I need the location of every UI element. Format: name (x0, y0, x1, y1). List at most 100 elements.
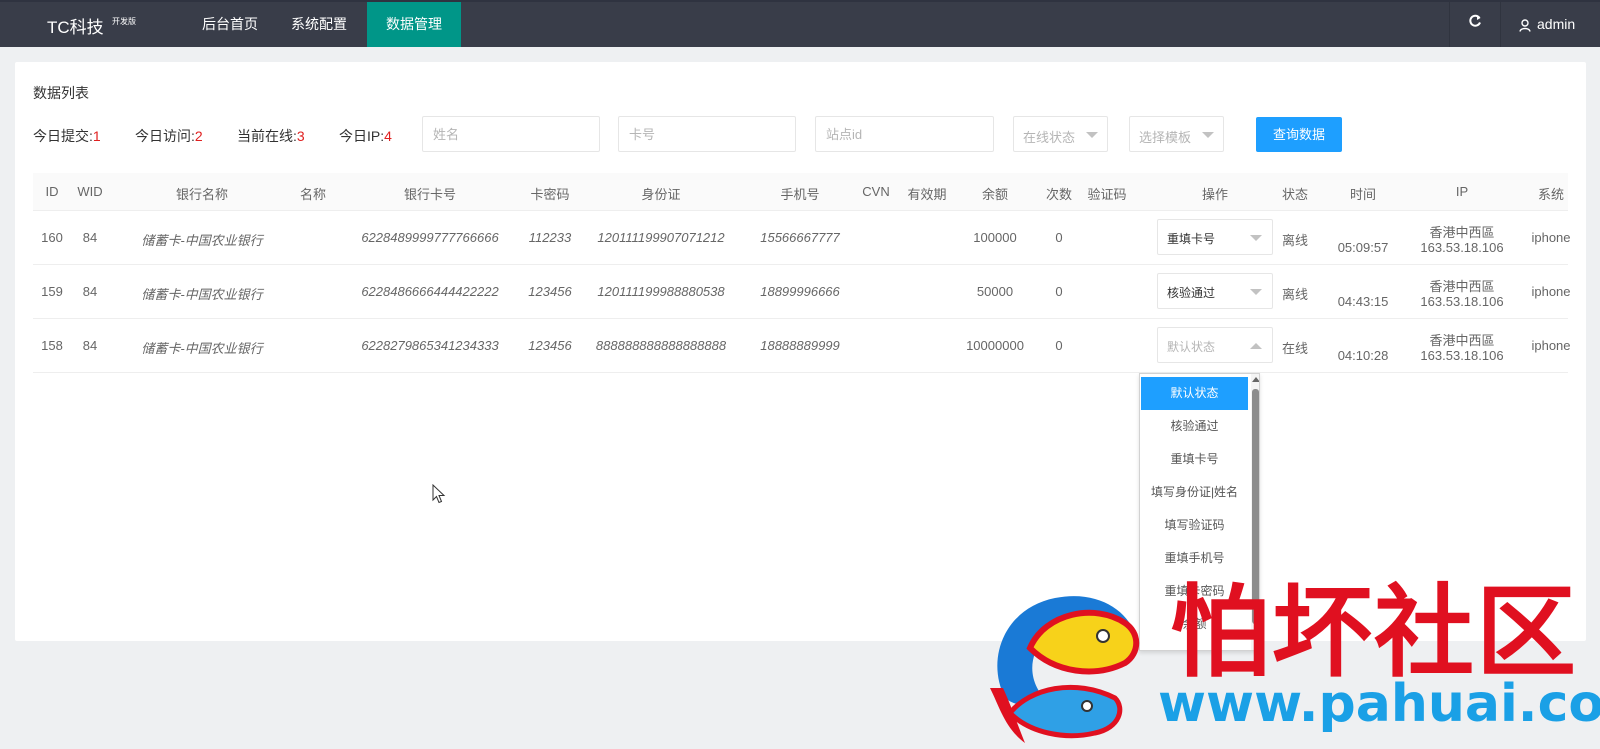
template-select[interactable]: 选择模板 (1129, 116, 1224, 152)
th-code: 验证码 (1087, 187, 1127, 202)
card-input[interactable] (619, 117, 795, 151)
cell-time: 04:43:15 (1337, 294, 1389, 309)
stat-today-visits: 今日访问:2 (135, 128, 203, 144)
table-header: ID WID 银行名称 名称 银行卡号 卡密码 身份证 手机号 CVN 有效期 … (33, 173, 1568, 211)
top-navbar: TC科技 开发版 后台首页 系统配置 数据管理 admin (0, 0, 1600, 47)
th-card: 银行卡号 (403, 187, 457, 202)
chevron-down-icon (1202, 132, 1214, 138)
cell-status: 在线 (1281, 341, 1309, 356)
th-status: 状态 (1281, 187, 1309, 202)
watermark-url: www.pahuai.com (1158, 674, 1600, 734)
table-row: 159 84 储蓄卡-中国农业银行 6228486666444422222 12… (33, 265, 1571, 319)
chevron-down-icon (1086, 132, 1098, 138)
th-bank: 银行名称 (175, 187, 229, 202)
operation-select[interactable]: 核验通过 (1157, 273, 1273, 309)
chevron-up-icon (1250, 343, 1262, 349)
cell-ip: 163.53.18.106 (1420, 240, 1504, 255)
cell-balance: 50000 (976, 284, 1014, 299)
cell-system: iphone (1531, 230, 1571, 245)
name-field[interactable] (422, 116, 600, 152)
panel-title: 数据列表 (33, 85, 89, 101)
user-name[interactable]: admin (1537, 16, 1575, 32)
cell-wid: 84 (82, 338, 98, 353)
brand-logo[interactable]: TC科技 (47, 13, 104, 38)
template-placeholder: 选择模板 (1139, 130, 1192, 145)
dropdown-option[interactable]: 重填卡号 (1140, 443, 1249, 476)
th-card-pwd: 卡密码 (530, 187, 570, 202)
operation-value: 默认状态 (1167, 340, 1216, 354)
cell-id: 158 (41, 338, 63, 353)
cell-balance: 100000 (973, 230, 1017, 245)
operation-value: 核验通过 (1167, 286, 1216, 300)
nav-divider (1500, 2, 1501, 47)
dropdown-option[interactable]: 默认状态 (1141, 377, 1248, 410)
dropdown-option[interactable]: 重填手机号 (1140, 542, 1249, 575)
site-id-input[interactable] (816, 117, 993, 151)
online-status-select[interactable]: 在线状态 (1013, 116, 1108, 152)
cell-card-pwd: 112233 (528, 230, 572, 245)
card-field[interactable] (618, 116, 796, 152)
th-id: ID (45, 184, 59, 199)
cell-system: iphone (1531, 284, 1571, 299)
operation-select[interactable]: 重填卡号 (1157, 219, 1273, 255)
name-input[interactable] (423, 117, 599, 151)
table-row: 160 84 储蓄卡-中国农业银行 6228489999777766666 11… (33, 211, 1571, 265)
cell-card-pwd: 123456 (528, 284, 572, 299)
cell-count: 0 (1055, 230, 1063, 245)
th-phone: 手机号 (780, 187, 820, 202)
cell-card: 6228279865341234333 (361, 338, 499, 353)
cell-phone: 15566667777 (760, 230, 840, 245)
cell-ip: 163.53.18.106 (1420, 294, 1504, 309)
th-ip: IP (1455, 184, 1469, 199)
cell-bank: 储蓄卡-中国农业银行 (141, 287, 263, 302)
cell-status: 离线 (1281, 287, 1309, 302)
cell-count: 0 (1055, 284, 1063, 299)
cell-bank: 储蓄卡-中国农业银行 (141, 233, 263, 248)
watermark-title: 怕坏社区 (1170, 574, 1578, 691)
dropdown-option[interactable]: 填写身份证|姓名 (1140, 476, 1249, 509)
fish-logo-icon (990, 596, 1140, 743)
brand-edition-tag: 开发版 (112, 17, 136, 26)
mouse-pointer-icon (432, 484, 446, 504)
cell-phone: 18888889999 (760, 338, 840, 353)
chevron-down-icon (1250, 235, 1262, 241)
watermark: 怕坏社区 www.pahuai.com (975, 574, 1600, 749)
nav-item-system-config[interactable]: 系统配置 (272, 2, 366, 47)
nav-item-data-management[interactable]: 数据管理 (367, 2, 461, 47)
scroll-up-icon[interactable] (1252, 377, 1259, 382)
cell-card: 6228489999777766666 (361, 230, 499, 245)
th-time: 时间 (1349, 187, 1377, 202)
cell-system: iphone (1531, 338, 1571, 353)
refresh-icon[interactable] (1468, 14, 1482, 28)
cell-ip-location: 香港中西區 (1429, 333, 1495, 348)
cell-phone: 18899996666 (760, 284, 840, 299)
cell-ip-location: 香港中西區 (1429, 279, 1495, 294)
online-status-placeholder: 在线状态 (1023, 130, 1076, 145)
cell-count: 0 (1055, 338, 1063, 353)
query-button[interactable]: 查询数据 (1256, 117, 1342, 152)
th-count: 次数 (1045, 187, 1073, 202)
site-id-field[interactable] (815, 116, 994, 152)
nav-item-home[interactable]: 后台首页 (183, 2, 277, 47)
th-expiry: 有效期 (907, 187, 947, 202)
user-icon (1519, 19, 1531, 32)
dropdown-option[interactable]: 填写验证码 (1140, 509, 1249, 542)
cell-bank: 储蓄卡-中国农业银行 (141, 341, 263, 356)
cell-card-pwd: 123456 (528, 338, 572, 353)
cell-time: 04:10:28 (1337, 348, 1389, 363)
th-idcard: 身份证 (641, 187, 681, 202)
cell-id: 159 (41, 284, 63, 299)
cell-wid: 84 (82, 284, 98, 299)
cell-idcard: 120111199988880538 (597, 284, 725, 299)
operation-select-open[interactable]: 默认状态 (1157, 327, 1273, 363)
cell-balance: 10000000 (966, 338, 1024, 353)
dropdown-option[interactable]: 核验通过 (1140, 410, 1249, 443)
cell-idcard: 120111199907071212 (597, 230, 725, 245)
cell-ip: 163.53.18.106 (1420, 348, 1504, 363)
cell-wid: 84 (82, 230, 98, 245)
stat-today-submit: 今日提交:1 (33, 128, 101, 144)
cell-time: 05:09:57 (1337, 240, 1389, 255)
stat-today-ip: 今日IP:4 (339, 128, 392, 144)
cell-ip-location: 香港中西區 (1429, 225, 1495, 240)
stat-current-online: 当前在线:3 (237, 128, 305, 144)
